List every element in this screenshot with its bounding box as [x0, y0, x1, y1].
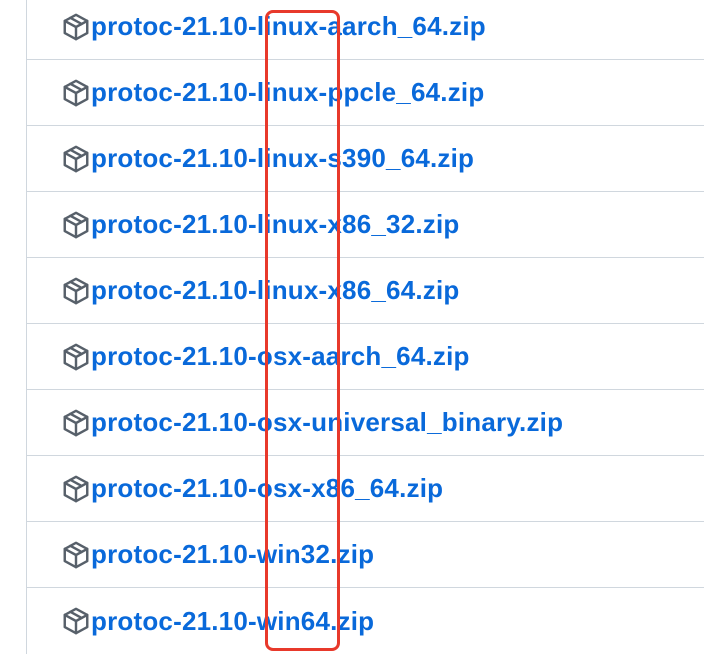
package-icon-graphic [63, 277, 89, 304]
asset-row: protoc-21.10-osx-x86_64.zip [27, 456, 704, 522]
asset-row: protoc-21.10-linux-x86_32.zip [27, 192, 704, 258]
asset-row: protoc-21.10-win32.zip [27, 522, 704, 588]
asset-row: protoc-21.10-linux-ppcle_64.zip [27, 60, 704, 126]
package-icon-graphic [63, 79, 89, 106]
package-icon [61, 540, 91, 570]
package-icon-graphic [63, 343, 89, 370]
asset-download-link[interactable]: protoc-21.10-osx-aarch_64.zip [91, 341, 470, 372]
package-icon [61, 474, 91, 504]
asset-download-link[interactable]: protoc-21.10-win32.zip [91, 539, 374, 570]
asset-row: protoc-21.10-linux-s390_64.zip [27, 126, 704, 192]
asset-download-link[interactable]: protoc-21.10-osx-universal_binary.zip [91, 407, 563, 438]
package-icon [61, 342, 91, 372]
asset-download-link[interactable]: protoc-21.10-linux-aarch_64.zip [91, 11, 486, 42]
package-icon-graphic [63, 607, 89, 635]
asset-download-link[interactable]: protoc-21.10-linux-ppcle_64.zip [91, 77, 484, 108]
asset-download-link[interactable]: protoc-21.10-osx-x86_64.zip [91, 473, 443, 504]
package-icon [61, 78, 91, 108]
package-icon-graphic [63, 13, 89, 40]
asset-row: protoc-21.10-osx-universal_binary.zip [27, 390, 704, 456]
asset-row: protoc-21.10-linux-aarch_64.zip [27, 0, 704, 60]
package-icon-graphic [63, 145, 89, 172]
package-icon [61, 12, 91, 42]
package-icon [61, 606, 91, 636]
asset-download-link[interactable]: protoc-21.10-linux-s390_64.zip [91, 143, 474, 174]
release-asset-list: protoc-21.10-linux-aarch_64.zip protoc-2… [26, 0, 704, 654]
package-icon-graphic [63, 409, 89, 436]
asset-download-link[interactable]: protoc-21.10-linux-x86_64.zip [91, 275, 459, 306]
asset-row: protoc-21.10-osx-aarch_64.zip [27, 324, 704, 390]
asset-row: protoc-21.10-win64.zip [27, 588, 704, 654]
package-icon [61, 210, 91, 240]
package-icon [61, 276, 91, 306]
asset-row: protoc-21.10-linux-x86_64.zip [27, 258, 704, 324]
package-icon-graphic [63, 475, 89, 502]
package-icon [61, 408, 91, 438]
package-icon [61, 144, 91, 174]
asset-download-link[interactable]: protoc-21.10-linux-x86_32.zip [91, 209, 459, 240]
asset-download-link[interactable]: protoc-21.10-win64.zip [91, 606, 374, 637]
package-icon-graphic [63, 211, 89, 238]
package-icon-graphic [63, 541, 89, 568]
